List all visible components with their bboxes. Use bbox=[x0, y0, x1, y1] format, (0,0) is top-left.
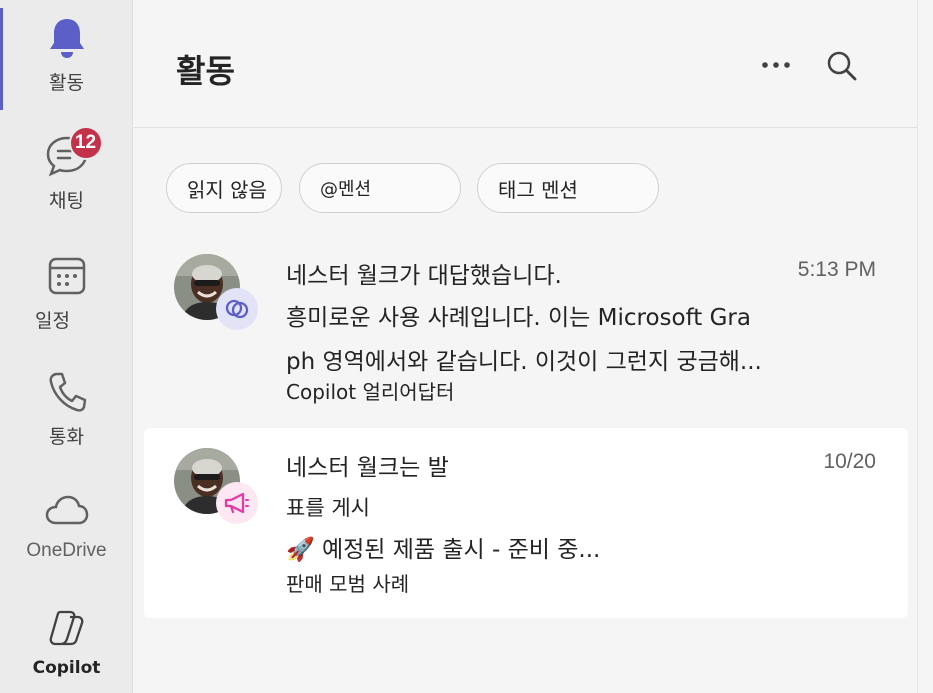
cloud-icon bbox=[43, 486, 91, 534]
activity-time: 10/20 bbox=[823, 450, 876, 473]
reply-icon bbox=[216, 288, 258, 330]
app-rail: 활동 12 채팅 일정 통화 OneDrive Copilot bbox=[0, 0, 133, 693]
rail-label-onedrive: OneDrive bbox=[26, 540, 107, 561]
filter-unread[interactable]: 읽지 않음 bbox=[166, 163, 282, 213]
activity-preview-line2: 🚀 예정된 제품 출시 - 준비 중... bbox=[286, 537, 601, 563]
activity-title: 네스터 월크는 발 bbox=[286, 455, 449, 481]
scrollbar-track[interactable] bbox=[917, 0, 933, 693]
search-button[interactable] bbox=[822, 46, 862, 86]
rail-label-calls: 통화 bbox=[49, 426, 84, 448]
rail-item-calls[interactable]: 통화 bbox=[0, 354, 133, 464]
activity-item[interactable]: 네스터 월크가 대답했습니다. 5:13 PM 흥미로운 사용 사례입니다. 이… bbox=[144, 236, 908, 414]
activity-pane: 활동 읽지 않음 @멘션 태그 멘션 네스터 월크가 대답했습니다. 5:13 … bbox=[134, 0, 917, 693]
phone-icon bbox=[43, 368, 91, 416]
filter-mentions-label: @멘션 bbox=[320, 179, 372, 200]
activity-time: 5:13 PM bbox=[797, 258, 876, 281]
activity-preview-line1: 흥미로운 사용 사례입니다. 이는 Microsoft Gra bbox=[286, 305, 751, 331]
rail-label-calendar: 일정 bbox=[35, 310, 70, 332]
pane-header: 활동 bbox=[134, 0, 917, 128]
search-icon bbox=[827, 51, 857, 81]
calendar-icon bbox=[43, 252, 91, 300]
rail-label-copilot: Copilot bbox=[32, 658, 101, 678]
active-indicator bbox=[0, 8, 3, 110]
activity-preview-line2: ph 영역에서와 같습니다. 이것이 그런지 궁금해... bbox=[286, 349, 762, 375]
more-icon bbox=[762, 62, 790, 68]
activity-source: Copilot 얼리어답터 bbox=[286, 380, 455, 404]
unread-badge: 12 bbox=[68, 126, 103, 160]
filter-tag-mentions[interactable]: 태그 멘션 bbox=[477, 163, 659, 213]
activity-item[interactable]: 네스터 월크는 발 10/20 표를 게시 🚀 예정된 제품 출시 - 준비 중… bbox=[144, 428, 908, 618]
page-title: 활동 bbox=[176, 52, 235, 90]
rail-item-activity[interactable]: 활동 bbox=[0, 0, 133, 110]
rail-item-onedrive[interactable]: OneDrive bbox=[0, 472, 133, 582]
more-options-button[interactable] bbox=[754, 48, 798, 82]
activity-title: 네스터 월크가 대답했습니다. bbox=[286, 263, 562, 289]
rail-label-chat: 채팅 bbox=[49, 190, 84, 212]
filter-tag-mentions-label: 태그 멘션 bbox=[498, 177, 578, 202]
rail-item-copilot[interactable]: Copilot bbox=[0, 590, 133, 693]
rail-item-chat[interactable]: 12 채팅 bbox=[0, 118, 133, 228]
megaphone-icon bbox=[216, 482, 258, 524]
activity-preview-line1: 표를 게시 bbox=[286, 496, 370, 520]
filter-unread-label: 읽지 않음 bbox=[187, 177, 267, 202]
rail-label-activity: 활동 bbox=[49, 72, 84, 94]
filter-mentions[interactable]: @멘션 bbox=[299, 163, 461, 213]
bell-icon bbox=[43, 14, 91, 62]
rail-item-calendar[interactable]: 일정 bbox=[0, 238, 133, 348]
activity-source: 판매 모범 사례 bbox=[286, 572, 410, 596]
copilot-icon bbox=[43, 604, 91, 652]
chat-icon: 12 bbox=[43, 126, 103, 180]
